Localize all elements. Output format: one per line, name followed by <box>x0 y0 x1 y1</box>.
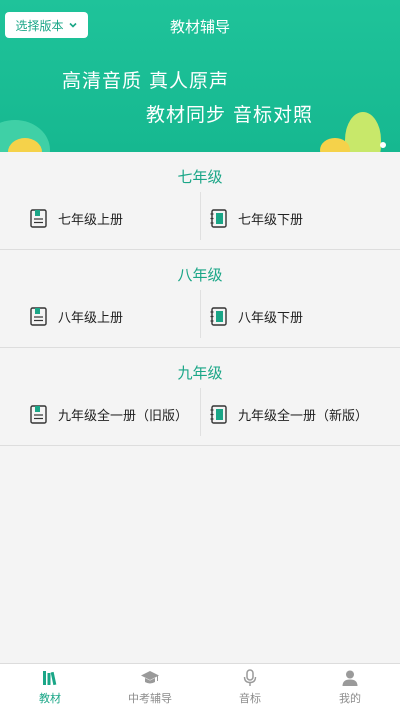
tab-label: 中考辅导 <box>128 692 172 705</box>
textbook-icon <box>30 208 47 228</box>
slogan-line-2: 教材同步 音标对照 <box>146 104 314 126</box>
book-item-8-lower[interactable]: 八年级下册 <box>210 290 390 342</box>
header-banner: 选择版本 教材辅导 高清音质 真人原声 教材同步 音标对照 <box>0 0 400 152</box>
book-label: 七年级下册 <box>238 212 304 228</box>
tab-label: 教材 <box>39 692 61 705</box>
book-label: 八年级上册 <box>58 310 124 326</box>
grade-title: 七年级 <box>177 168 223 186</box>
grade-list: 七年级 七年级上册 七年级下册 八年级 八年级上册 八年级下册 九年级 九年级全… <box>0 152 400 662</box>
book-label: 九年级全一册（旧版） <box>58 408 189 424</box>
book-item-7-upper[interactable]: 七年级上册 <box>30 192 200 244</box>
tab-label: 音标 <box>239 692 261 705</box>
app-root: 选择版本 教材辅导 高清音质 真人原声 教材同步 音标对照 七年级 七年级上册 <box>0 0 400 710</box>
graduation-cap-icon <box>141 671 159 684</box>
grade-title: 八年级 <box>177 266 223 284</box>
book-label: 七年级上册 <box>58 212 124 228</box>
grade-title: 九年级 <box>177 364 223 382</box>
book-label: 八年级下册 <box>238 310 304 326</box>
divider <box>200 290 201 338</box>
textbook-icon <box>30 404 47 424</box>
decor-tree-right <box>345 112 381 152</box>
book-item-9-new[interactable]: 九年级全一册（新版） <box>210 388 390 440</box>
user-icon <box>342 670 358 686</box>
page-title: 教材辅导 <box>169 18 230 36</box>
grade-section-7: 七年级 七年级上册 七年级下册 <box>0 152 400 250</box>
grade-section-9: 九年级 九年级全一册（旧版） 九年级全一册（新版） <box>0 348 400 446</box>
divider <box>200 388 201 436</box>
bottom-tab-bar: 教材 中考辅导 音标 我的 <box>0 663 400 710</box>
grade-section-8: 八年级 八年级上册 八年级下册 <box>0 250 400 348</box>
textbook-icon <box>30 306 47 326</box>
notebook-icon <box>210 404 227 424</box>
tab-textbook[interactable]: 教材 <box>0 664 100 710</box>
notebook-icon <box>210 208 227 228</box>
book-item-7-lower[interactable]: 七年级下册 <box>210 192 390 244</box>
books-icon <box>43 671 57 686</box>
tab-mine[interactable]: 我的 <box>300 664 400 710</box>
notebook-icon <box>210 306 227 326</box>
book-label: 九年级全一册（新版） <box>238 408 369 424</box>
decor-dot-right <box>380 142 386 148</box>
tab-label: 我的 <box>339 692 361 705</box>
book-item-9-old[interactable]: 九年级全一册（旧版） <box>30 388 200 440</box>
book-item-8-upper[interactable]: 八年级上册 <box>30 290 200 342</box>
microphone-icon <box>243 669 257 686</box>
tab-exam-coaching[interactable]: 中考辅导 <box>100 664 200 710</box>
divider <box>200 192 201 240</box>
slogan-line-1: 高清音质 真人原声 <box>62 70 230 92</box>
tab-phonetics[interactable]: 音标 <box>200 664 300 710</box>
